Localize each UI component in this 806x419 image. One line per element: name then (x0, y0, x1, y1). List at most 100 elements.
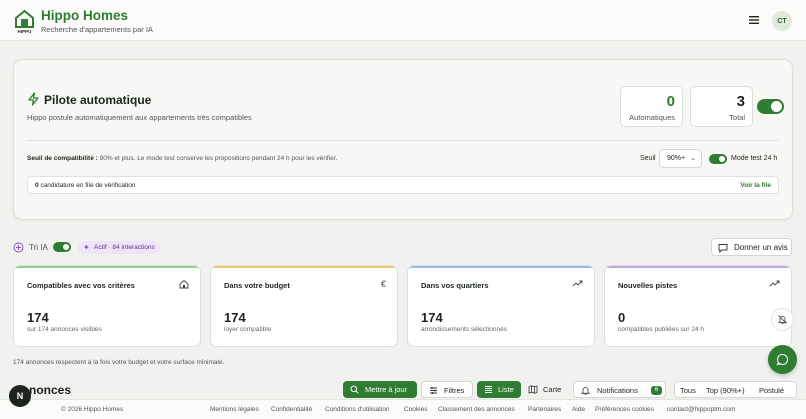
footer-link-partners[interactable]: Partenaires (528, 406, 561, 413)
card-subtitle: loyer compatible (224, 326, 272, 333)
footer-link-legal[interactable]: Mentions légales (210, 406, 259, 413)
stat-automatic-value: 0 (666, 93, 675, 110)
seuil-label: Seuil (640, 155, 656, 162)
filter-icon (430, 387, 437, 394)
bell-off-icon (777, 315, 788, 324)
card-title: Nouvelles pistes (618, 281, 678, 290)
test-mode-toggle[interactable] (709, 154, 727, 164)
card-accent-bar (211, 266, 397, 268)
seuil-select[interactable]: 90%+ ⌄ (659, 149, 702, 168)
queue-label: candidature en file de vérification (40, 182, 136, 189)
lightning-icon (28, 92, 39, 106)
card-value: 0 (618, 310, 626, 325)
queue-count: 0 (35, 182, 39, 189)
menu-icon[interactable] (747, 13, 761, 27)
footer-link-privacy[interactable]: Confidentialité (271, 406, 312, 413)
trend-icon (572, 280, 583, 287)
chevron-down-icon: ⌄ (690, 155, 696, 162)
mute-notifications-button[interactable] (771, 308, 794, 331)
search-icon (350, 385, 359, 394)
avatar[interactable]: CT (772, 11, 792, 31)
card-subtitle: arrondissements sélectionnés (421, 326, 507, 333)
threshold-info: Seuil de compatibilité : 90% et plus. Le… (27, 155, 337, 162)
filters-button-label: Filtres (444, 386, 465, 395)
message-icon (718, 244, 728, 253)
footer-link-contact[interactable]: contact@hippoptm.com (667, 406, 735, 413)
app-title: Hippo Homes (41, 8, 129, 23)
assistant-fab[interactable]: N (9, 385, 31, 407)
card-value: 174 (421, 310, 443, 325)
card-title: Dans votre budget (224, 281, 290, 290)
card-accent-bar (14, 266, 200, 268)
tri-ia-label: Tri IA (29, 243, 48, 252)
card-accent-bar (605, 266, 791, 268)
seuil-value: 90%+ (667, 155, 686, 162)
svg-text:HIPPO: HIPPO (17, 29, 32, 34)
chat-button[interactable] (768, 345, 797, 374)
verification-queue: 0 candidature en file de vérification Vo… (27, 176, 779, 194)
hippo-logo[interactable]: HIPPO (14, 8, 35, 34)
card-accent-bar (408, 266, 594, 268)
threshold-label: Seuil de compatibilité : (27, 155, 98, 162)
trend-icon (769, 280, 780, 287)
threshold-text: 90% et plus. Le mode test conserve les p… (99, 155, 338, 162)
autopilot-title: Pilote automatique (44, 93, 152, 107)
status-tabs: Tous Top (90%+) Postulé (674, 381, 797, 398)
home-icon (179, 279, 189, 289)
list-icon (485, 386, 492, 393)
app-subtitle: Recherche d'appartements par IA (41, 25, 153, 34)
card-value: 174 (27, 310, 49, 325)
stat-total-label: Total (729, 113, 745, 122)
queue-text: 0 candidature en file de vérification (35, 182, 135, 189)
card-compatible[interactable]: Compatibles avec vos critères 174 sur 17… (13, 265, 201, 347)
stat-automatic-label: Automatiques (629, 113, 675, 122)
footer-link-help[interactable]: Aide (572, 406, 585, 413)
divider (27, 140, 779, 141)
footer-link-cookie-prefs[interactable]: Préférences cookies (595, 406, 654, 413)
tri-ia-toggle[interactable] (53, 242, 71, 252)
tab-applied[interactable]: Postulé (759, 382, 784, 399)
stat-total: 3 Total (690, 86, 753, 127)
map-icon (528, 385, 538, 394)
card-title: Compatibles avec vos critères (27, 281, 135, 290)
filters-button[interactable]: Filtres (421, 381, 473, 398)
card-subtitle: sur 174 annonces visibles (27, 326, 102, 333)
card-value: 174 (224, 310, 246, 325)
notifications-count: 6 (651, 386, 662, 395)
footer-link-ranking[interactable]: Classement des annonces (438, 406, 515, 413)
footer-copyright: © 2026 Hippo Homes (61, 406, 124, 413)
notifications-button[interactable]: Notifications 6 (573, 381, 666, 398)
stat-total-value: 3 (736, 93, 745, 110)
autopilot-description: Hippo postule automatiquement aux appart… (27, 113, 252, 122)
footer-link-terms[interactable]: Conditions d'utilisation (325, 406, 389, 413)
footer-link-cookies[interactable]: Cookies (404, 406, 427, 413)
summary-text: 174 annonces respectent à la fois votre … (13, 359, 225, 366)
footer: © 2026 Hippo Homes Mentions légales Conf… (0, 399, 806, 419)
test-mode-label: Mode test 24 h (731, 155, 778, 162)
sparkle-icon: ✦ (83, 243, 90, 252)
stat-automatic: 0 Automatiques (620, 86, 683, 127)
feedback-button-label: Donner un avis (734, 243, 788, 252)
refresh-button-label: Mettre à jour (365, 385, 408, 394)
status-badge-text: Actif · 84 interactions (94, 244, 155, 251)
card-budget[interactable]: Dans votre budget € 174 loyer compatible (210, 265, 398, 347)
status-badge: ✦ Actif · 84 interactions (78, 241, 160, 254)
feedback-button[interactable]: Donner un avis (711, 238, 792, 256)
refresh-button[interactable]: Mettre à jour (343, 381, 417, 398)
euro-icon: € (380, 279, 386, 289)
autopilot-toggle[interactable] (757, 99, 784, 114)
app-header: HIPPO Hippo Homes Recherche d'appartemen… (0, 0, 806, 41)
list-view-label: Liste (498, 385, 514, 394)
sparkle-shield-icon (13, 242, 24, 253)
map-view-label: Carte (543, 385, 562, 394)
card-quartiers[interactable]: Dans vos quartiers 174 arrondissements s… (407, 265, 595, 347)
bell-icon (581, 387, 590, 395)
card-new-leads[interactable]: Nouvelles pistes 0 compatibles publiées … (604, 265, 792, 347)
card-title: Dans vos quartiers (421, 281, 489, 290)
list-view-button[interactable]: Liste (477, 381, 521, 398)
map-view-button[interactable]: Carte (522, 381, 568, 398)
tab-all[interactable]: Tous (680, 382, 696, 399)
tab-top[interactable]: Top (90%+) (706, 382, 745, 399)
view-queue-link[interactable]: Voir la file (740, 182, 771, 189)
chat-icon (776, 353, 789, 366)
